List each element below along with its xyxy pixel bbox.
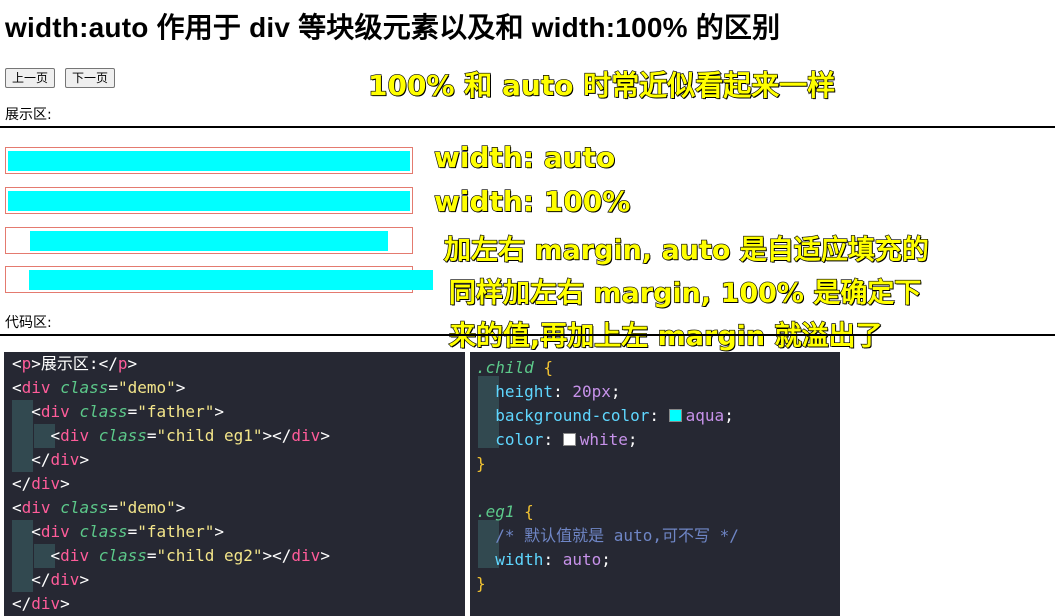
css-code-line: .eg1 {: [476, 502, 534, 521]
html-code-line: <div class="father">: [31, 402, 224, 421]
html-code-line: <div class="demo">: [12, 498, 186, 517]
html-code-line: </div>: [12, 594, 70, 613]
demo-father-margin-auto: [5, 227, 413, 254]
display-area-label: 展示区:: [5, 107, 52, 123]
code-area-label: 代码区:: [5, 315, 52, 331]
annotation-width-full: width: 100%: [433, 184, 631, 218]
color-swatch-aqua[interactable]: [668, 409, 682, 422]
html-code-line: <p>展示区:</p>: [12, 354, 138, 373]
css-code-line: /* 默认值就是 auto,可不写 */: [495, 526, 739, 545]
html-code-line: </div>: [12, 474, 70, 493]
html-code-line: <div class="child eg2"></div>: [50, 546, 330, 565]
html-code-line: <div class="child eg1"></div>: [50, 426, 330, 445]
css-code-line: width: auto;: [495, 550, 611, 569]
next-page-button[interactable]: 下一页: [65, 68, 116, 88]
demo-father-auto: [5, 147, 413, 174]
css-code-line: color: white;: [495, 430, 638, 449]
css-code-editor: .child { height: 20px; background-color:…: [470, 352, 840, 616]
prev-page-button[interactable]: 上一页: [5, 68, 56, 88]
annotation-margin-auto: 加左右 margin, auto 是自适应填充的: [443, 234, 929, 266]
html-code-line: <div class="demo">: [12, 378, 186, 397]
html-code-line: </div>: [31, 450, 90, 469]
display-divider: [0, 126, 1055, 128]
demo-child-auto: [8, 151, 410, 171]
demo-father-full: [5, 187, 413, 214]
html-code-line: </div>: [31, 570, 90, 589]
annotation-headline: 100% 和 auto 时常近似看起来一样: [367, 68, 836, 102]
html-code-line: <div class="father">: [31, 522, 224, 541]
annotation-width-auto: width: auto: [433, 140, 616, 174]
page-title: width:auto 作用于 div 等块级元素以及和 width:100% 的…: [5, 12, 781, 43]
annotation-margin-full-line1: 同样加左右 margin, 100% 是确定下: [448, 277, 922, 309]
color-swatch-white[interactable]: [562, 433, 576, 446]
css-code-line: }: [476, 454, 486, 473]
html-code-editor: <p>展示区:</p> <div class="demo"> <div clas…: [4, 352, 465, 616]
code-divider: [0, 334, 1055, 336]
css-code-line: }: [476, 574, 486, 593]
css-code-line: height: 20px;: [495, 382, 621, 401]
demo-child-margin-full: [29, 270, 433, 290]
css-code-line: .child {: [476, 358, 554, 377]
css-code-line: background-color: aqua;: [495, 406, 734, 425]
demo-child-margin-auto: [30, 231, 388, 251]
demo-child-full: [8, 191, 410, 211]
